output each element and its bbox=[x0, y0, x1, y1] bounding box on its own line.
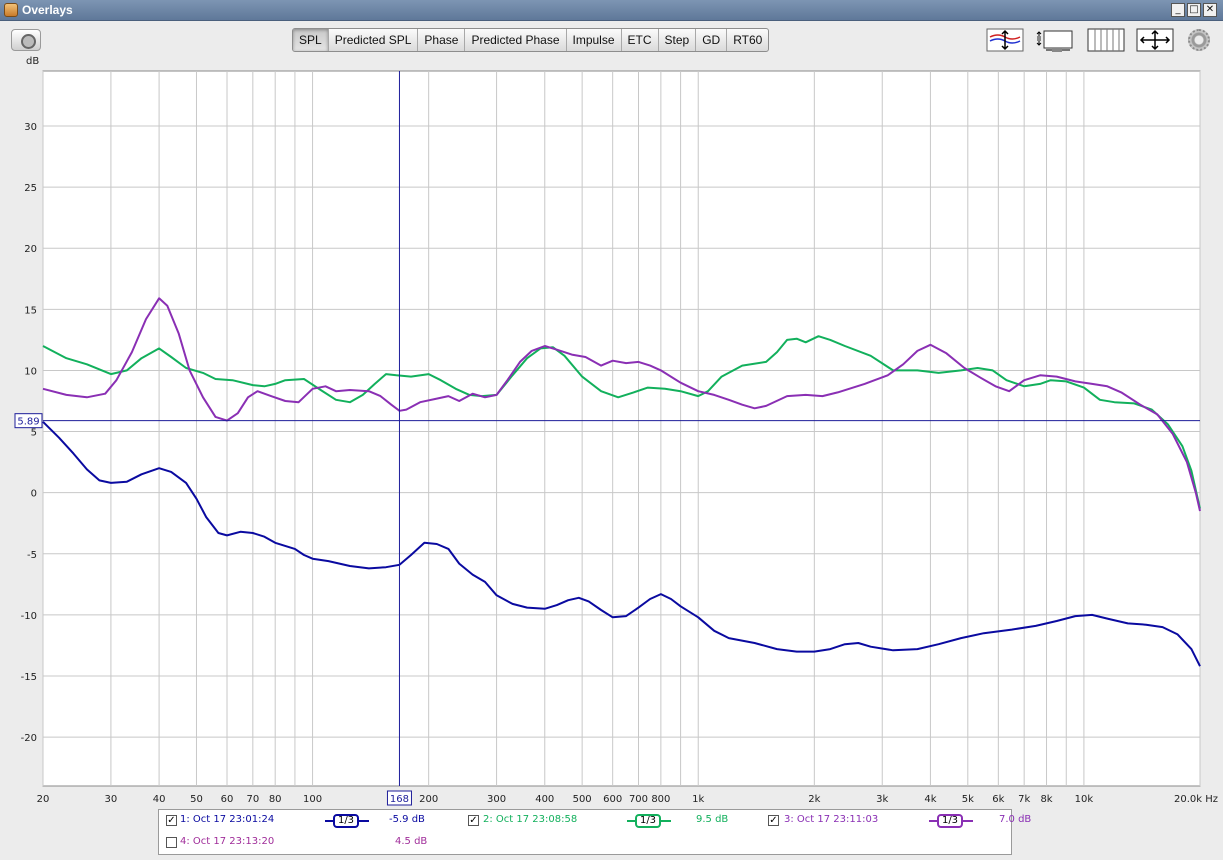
legend-checkbox-3[interactable]: ✓ bbox=[768, 815, 779, 826]
title-bar[interactable]: Overlays _ □ ✕ bbox=[0, 0, 1223, 21]
legend-checkbox-2[interactable]: ✓ bbox=[468, 815, 479, 826]
tab-etc[interactable]: ETC bbox=[622, 29, 659, 51]
x-tick-label: 500 bbox=[573, 794, 592, 805]
legend-checkbox-1[interactable]: ✓ bbox=[166, 815, 177, 826]
minimize-button[interactable]: _ bbox=[1171, 3, 1185, 17]
x-tick-label: 40 bbox=[153, 794, 166, 805]
tab-predicted-spl[interactable]: Predicted SPL bbox=[329, 29, 419, 51]
x-tick-label: 100 bbox=[303, 794, 322, 805]
legend-panel: ✓ 1: Oct 17 23:01:24 1/3 -5.9 dB ✓ 2: Oct 17 … bbox=[158, 809, 1031, 855]
x-tick-label: 1k bbox=[692, 794, 704, 805]
x-tick-label: 7k bbox=[1018, 794, 1030, 805]
legend-checkbox-4[interactable] bbox=[166, 837, 177, 848]
x-tick-label: 700 bbox=[629, 794, 648, 805]
x-tick-label: 4k bbox=[924, 794, 936, 805]
legend-cursor-value-2: 9.5 dB bbox=[696, 814, 729, 825]
legend-measurement-name-4[interactable]: 4: Oct 17 23:13:20 bbox=[180, 836, 274, 847]
legend-smoothing-badge-3[interactable]: 1/3 bbox=[929, 814, 973, 828]
x-tick-label: 50 bbox=[190, 794, 203, 805]
y-tick-label: 5 bbox=[31, 428, 37, 439]
cursor-y-readout: 5.89 bbox=[17, 417, 39, 428]
y-tick-label: 15 bbox=[24, 305, 37, 316]
x-tick-label: 10k bbox=[1075, 794, 1094, 805]
x-tick-label: 800 bbox=[651, 794, 670, 805]
x-tick-label: 2k bbox=[808, 794, 820, 805]
x-tick-label: 70 bbox=[246, 794, 259, 805]
y-tick-label: 0 bbox=[31, 489, 37, 500]
x-tick-label: 300 bbox=[487, 794, 506, 805]
x-tick-label: 600 bbox=[603, 794, 622, 805]
legend-smoothing-label: 1/3 bbox=[937, 814, 963, 828]
tab-phase[interactable]: Phase bbox=[418, 29, 466, 51]
window-title: Overlays bbox=[22, 3, 73, 17]
legend-cursor-value-1: -5.9 dB bbox=[389, 814, 425, 825]
legend-cursor-value-4: 4.5 dB bbox=[395, 836, 428, 847]
legend-smoothing-label: 1/3 bbox=[333, 814, 359, 828]
camera-icon[interactable] bbox=[11, 29, 41, 51]
legend-measurement-name-3[interactable]: 3: Oct 17 23:11:03 bbox=[784, 814, 878, 825]
tab-impulse[interactable]: Impulse bbox=[567, 29, 622, 51]
plot-area[interactable] bbox=[42, 70, 1201, 787]
y-tick-label: 30 bbox=[24, 122, 37, 133]
legend-measurement-name-1[interactable]: 1: Oct 17 23:01:24 bbox=[180, 814, 274, 825]
app-icon bbox=[4, 3, 18, 17]
overlays-window: Overlays _ □ ✕ SPL Predicted SPL Phase P… bbox=[0, 0, 1223, 860]
legend-smoothing-label: 1/3 bbox=[635, 814, 661, 828]
y-tick-label: 10 bbox=[24, 366, 37, 377]
y-tick-label: 25 bbox=[24, 183, 37, 194]
window-controls: _ □ ✕ bbox=[1171, 3, 1217, 17]
tab-gd[interactable]: GD bbox=[696, 29, 728, 51]
range-settings-icon[interactable] bbox=[1036, 28, 1074, 52]
x-tick-label: 8k bbox=[1040, 794, 1052, 805]
legend-smoothing-badge-1[interactable]: 1/3 bbox=[325, 814, 369, 828]
graph-type-tabs: SPL Predicted SPL Phase Predicted Phase … bbox=[292, 28, 770, 52]
y-tick-label: -15 bbox=[21, 672, 37, 683]
x-tick-label: 5k bbox=[962, 794, 974, 805]
maximize-button[interactable]: □ bbox=[1187, 3, 1201, 17]
x-tick-label: 400 bbox=[535, 794, 554, 805]
tab-spl[interactable]: SPL bbox=[293, 29, 329, 51]
spl-overlay-chart[interactable]: 302520151050-5-10-15-2020 30 40 50 60 70 80 100… bbox=[0, 64, 1223, 808]
y-tick-label: -20 bbox=[21, 733, 37, 744]
legend-cursor-value-3: 7.0 dB bbox=[999, 814, 1032, 825]
x-tick-label: 6k bbox=[992, 794, 1004, 805]
x-tick-label: 20 bbox=[37, 794, 50, 805]
gear-icon[interactable] bbox=[1188, 29, 1210, 51]
tab-predicted-phase[interactable]: Predicted Phase bbox=[465, 29, 567, 51]
tab-rt60[interactable]: RT60 bbox=[727, 29, 768, 51]
x-tick-label: 200 bbox=[419, 794, 438, 805]
x-tick-label: 60 bbox=[221, 794, 234, 805]
y-tick-label: -5 bbox=[27, 550, 37, 561]
x-tick-label: 30 bbox=[105, 794, 118, 805]
y-tick-label: 20 bbox=[24, 244, 37, 255]
y-tick-label: -10 bbox=[21, 611, 37, 622]
legend-measurement-name-2[interactable]: 2: Oct 17 23:08:58 bbox=[483, 814, 577, 825]
grid-icon[interactable] bbox=[1087, 28, 1125, 52]
close-button[interactable]: ✕ bbox=[1203, 3, 1217, 17]
cursor-x-readout: 168 bbox=[390, 794, 409, 805]
legend-smoothing-badge-2[interactable]: 1/3 bbox=[627, 814, 671, 828]
x-tick-label: 3k bbox=[876, 794, 888, 805]
pan-arrows-icon[interactable] bbox=[1136, 28, 1174, 52]
tab-step[interactable]: Step bbox=[659, 29, 697, 51]
x-tick-label: 80 bbox=[269, 794, 282, 805]
vertical-zoom-icon[interactable] bbox=[986, 28, 1024, 52]
x-tick-label: 20.0k Hz bbox=[1174, 794, 1218, 805]
